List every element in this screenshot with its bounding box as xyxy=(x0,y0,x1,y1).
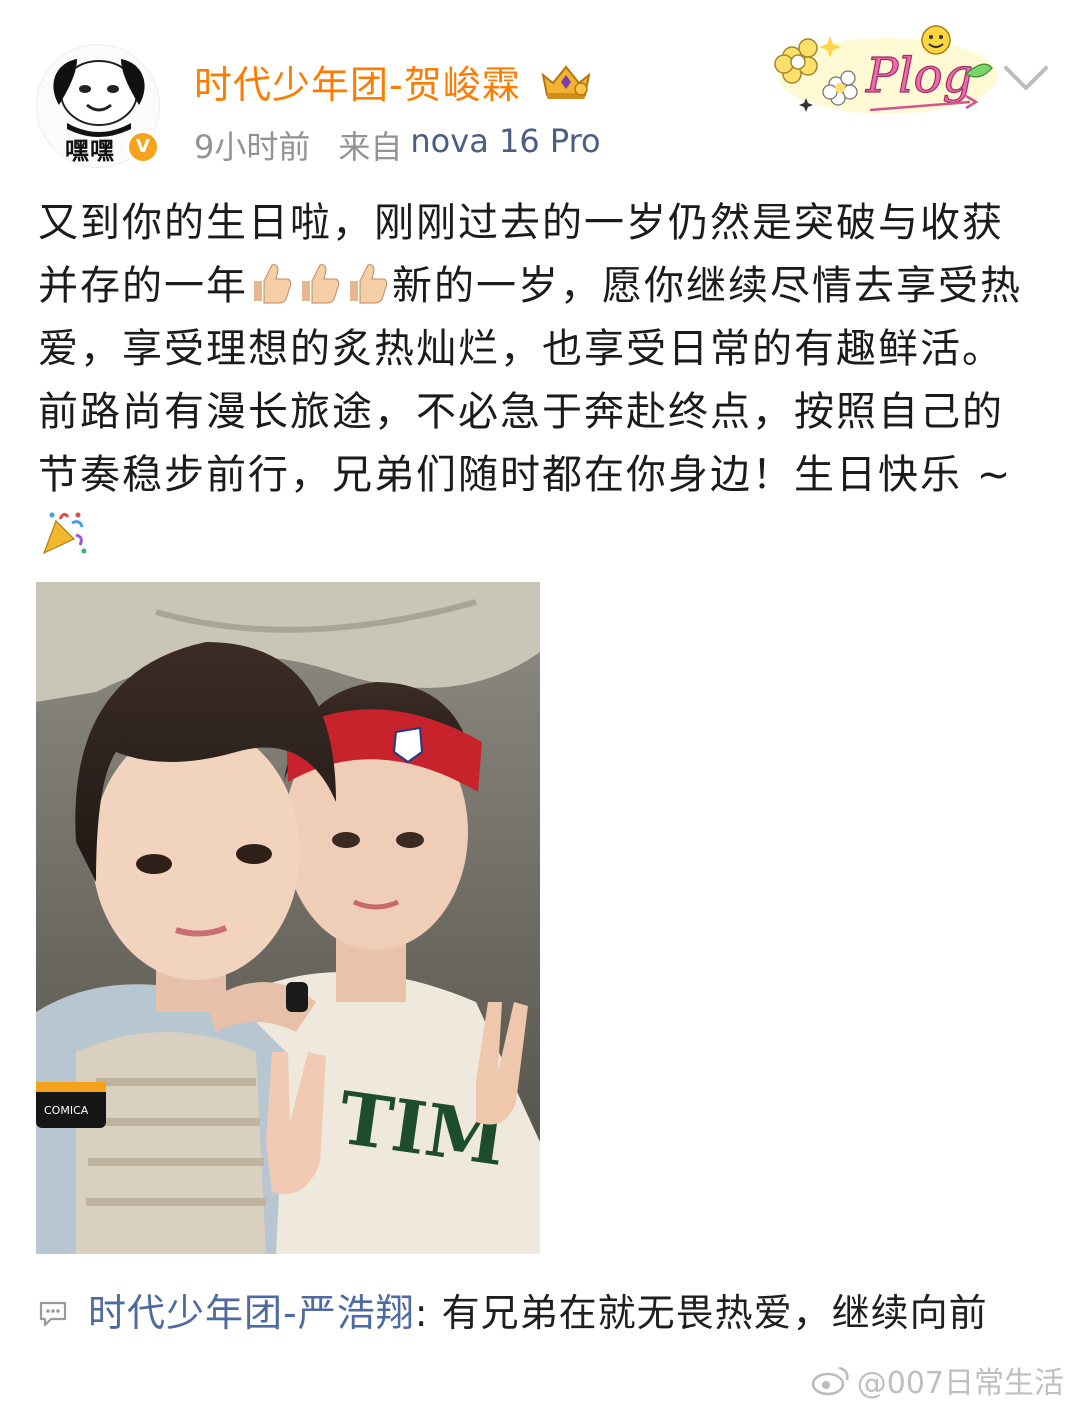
mic-label: COMICA xyxy=(44,1104,89,1117)
thumbs-up-emoji-row xyxy=(254,264,388,304)
weibo-post-screen: 嘿嘿 V 时代少年团-贺峻霖 9小时前 来自 nova 16 Pro Plog … xyxy=(0,0,1080,1418)
weibo-watermark: @007日常生活 xyxy=(811,1358,1064,1402)
author-avatar[interactable]: 嘿嘿 V xyxy=(36,44,160,168)
plog-sticker-icon: Plog xyxy=(774,25,998,114)
thumbs-up-icon xyxy=(254,264,292,304)
thumbs-up-icon xyxy=(350,264,388,304)
source-prefix: 来自 xyxy=(338,128,403,166)
watermark-text: @007日常生活 xyxy=(856,1366,1064,1401)
post-source: 来自 nova 16 Pro xyxy=(338,122,600,168)
post-body-text: 又到你的生日啦，刚刚过去的一岁仍然是突破与收获并存的一年 新的一岁，愿你继续尽情… xyxy=(38,192,1038,570)
comment-text: 有兄弟在就无畏热爱，继续向前 xyxy=(441,1291,988,1335)
author-name[interactable]: 时代少年团-贺峻霖 xyxy=(194,54,521,109)
chevron-down-icon[interactable] xyxy=(1000,60,1052,96)
username-row: 时代少年团-贺峻霖 xyxy=(194,54,595,108)
comment-bubble-icon xyxy=(39,1301,67,1327)
post-time: 9小时前 xyxy=(194,128,311,166)
plog-sticker-text: Plog xyxy=(865,48,973,104)
post-meta: 9小时前 来自 nova 16 Pro xyxy=(194,122,601,168)
comment-separator: : xyxy=(414,1291,442,1335)
comment-author[interactable]: 时代少年团-严浩翔 xyxy=(88,1291,415,1335)
source-device[interactable]: nova 16 Pro xyxy=(410,122,600,168)
featured-comment[interactable]: 时代少年团-严浩翔: 有兄弟在就无畏热爱，继续向前 xyxy=(38,1288,1038,1338)
verified-badge-icon: V xyxy=(126,130,160,164)
crown-icon xyxy=(541,65,591,99)
party-popper-emoji xyxy=(42,512,86,555)
thumbs-up-icon xyxy=(302,264,340,304)
post-photo[interactable]: TIM COMICA xyxy=(36,582,540,1254)
weibo-logo-icon xyxy=(811,1366,849,1396)
avatar-caption: 嘿嘿 xyxy=(65,137,115,165)
